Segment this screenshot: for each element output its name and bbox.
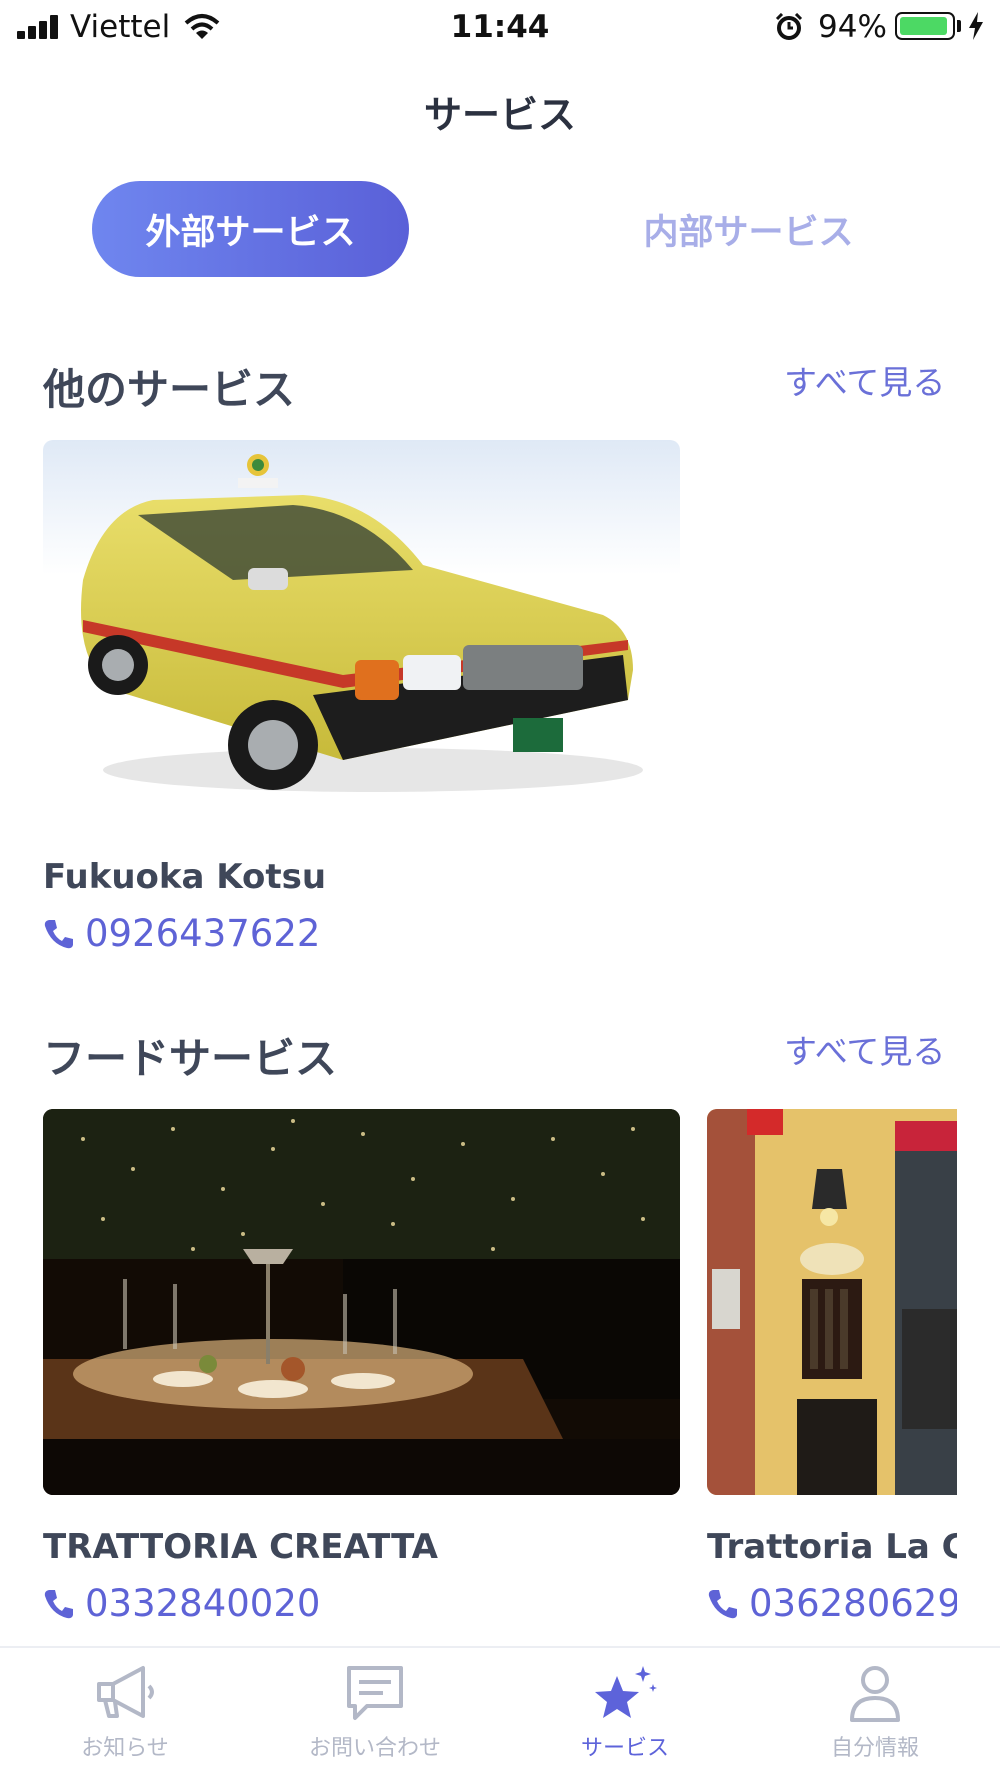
alarm-icon [775,13,803,40]
phone-number: 036280629 [749,1582,957,1625]
card-phone[interactable]: 0332840020 [43,1582,320,1625]
megaphone-icon [97,1666,154,1718]
restaurant-dinner-photo [43,1109,680,1495]
card-name: Trattoria La Gı [707,1527,957,1567]
card-name: Fukuoka Kotsu [43,857,327,897]
battery-icon [895,12,955,40]
tab-profile[interactable]: 自分情報 [775,1664,975,1762]
battery-cap [957,20,961,32]
tab-bar: お知らせ お問い合わせ サービス 自分情報 [0,1646,1000,1780]
section-title-food: フードサービス [43,1034,338,1083]
phone-number: 0332840020 [85,1582,321,1625]
phone-icon [44,919,73,948]
phone-icon [708,1589,737,1618]
page-title: サービス [423,93,576,137]
phone-number: 0926437622 [85,912,321,955]
card-fukuoka-kotsu[interactable] [43,440,680,825]
see-all-link-other[interactable]: すべて見る [784,356,945,404]
tab-contact[interactable]: お問い合わせ [275,1664,475,1762]
chat-icon [347,1666,403,1720]
user-icon [850,1666,900,1722]
tab-label: お問い合わせ [308,1736,441,1761]
card-la-grotta-text-clip: Trattoria La Gı 036280629 [707,1520,957,1640]
tab-services[interactable]: サービス [525,1664,725,1762]
card-trattoria-creatta[interactable] [43,1109,680,1495]
card-phone[interactable]: 036280629 [707,1582,957,1625]
bolt-icon [969,12,983,40]
tab-label: お知らせ [81,1736,169,1761]
tab-label: 自分情報 [830,1736,919,1761]
card-trattoria-la-grotta-clip [707,1109,957,1509]
card-phone[interactable]: 0926437622 [43,912,320,955]
see-all-link-food[interactable]: すべて見る [784,1025,945,1073]
card-trattoria-la-grotta[interactable] [707,1109,957,1495]
card-name: TRATTORIA CREATTA [43,1527,438,1567]
battery-percent: 94% [818,9,887,45]
phone-icon [44,1589,73,1618]
tab-external-services[interactable]: 外部サービス [92,181,409,277]
status-bar: Viettel 11:44 94% [0,0,1000,56]
tab-notifications[interactable]: お知らせ [25,1664,225,1762]
tab-internal-services[interactable]: 内部サービス [590,181,907,277]
restaurant-storefront-photo [707,1109,957,1495]
tab-label: サービス [580,1736,669,1761]
section-title-other: 他のサービス [43,365,296,414]
taxi-photo [43,440,680,825]
star-icon [595,1666,657,1718]
battery-fill [900,17,947,35]
